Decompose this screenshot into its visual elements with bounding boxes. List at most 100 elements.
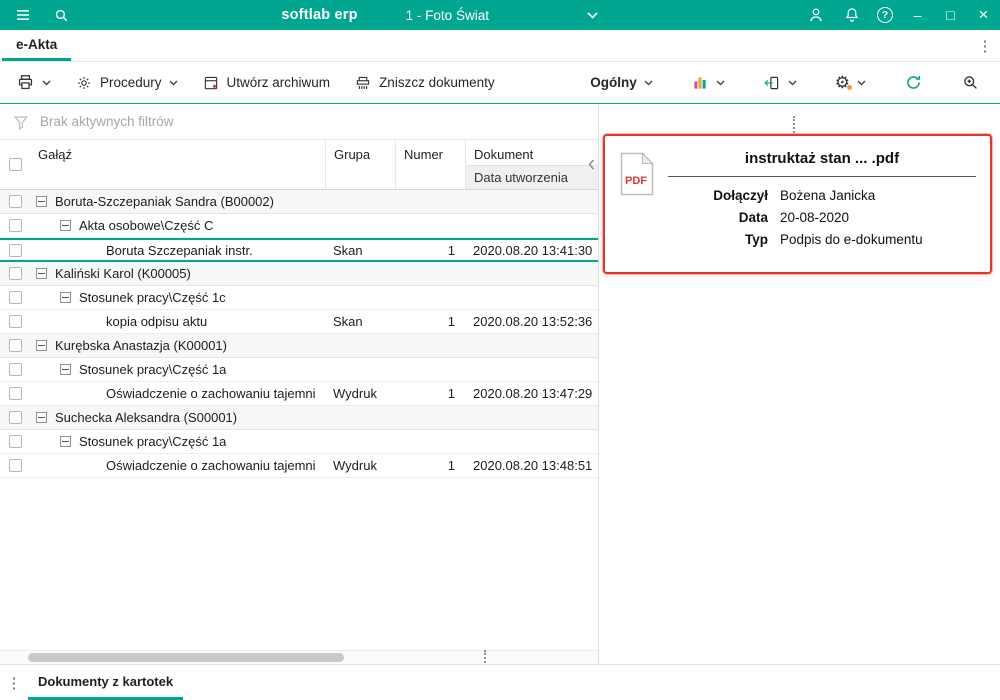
table-row[interactable]: Oświadczenie o zachowaniu tajemni Wydruk 1… <box>0 382 598 406</box>
tree-collapse-icon[interactable] <box>60 364 71 375</box>
attachment-title: instruktaż stan ... .pdf <box>744 150 900 167</box>
scrollbar-thumb[interactable] <box>28 653 344 662</box>
select-all-checkbox-cell <box>0 140 30 189</box>
table-row[interactable]: Kurębska Anastazja (K00001) <box>0 334 598 358</box>
tab-e-akta[interactable]: e-Akta <box>2 30 72 61</box>
table-row[interactable]: Oświadczenie o zachowaniu tajemni Wydruk 1… <box>0 454 598 478</box>
export-button[interactable] <box>757 69 803 97</box>
gear-settings-icon: ⚙ <box>834 73 852 92</box>
number-cell: 1 <box>447 386 455 401</box>
procedures-button[interactable]: Procedury <box>69 69 184 97</box>
user-icon[interactable] <box>805 0 827 30</box>
column-header-document[interactable]: Dokument Data utworzenia <box>465 140 598 189</box>
chevron-down-icon <box>857 80 866 85</box>
table-row[interactable]: Boruta-Szczepaniak Sandra (B00002) <box>0 190 598 214</box>
branch-label: Stosunek pracy\Część 1c <box>79 290 226 305</box>
help-icon[interactable]: ? <box>877 7 894 23</box>
row-checkbox[interactable] <box>8 387 22 400</box>
bottom-tab-dokumenty-z-kartotek[interactable]: Dokumenty z kartotek <box>28 665 184 700</box>
table-row[interactable]: kopia odpisu aktu Skan 1 2020.08.20 13:52:3… <box>0 310 598 334</box>
tree-collapse-icon[interactable] <box>60 220 71 231</box>
column-header-created[interactable]: Data utworzenia <box>466 165 598 189</box>
tree-collapse-icon[interactable] <box>36 268 47 279</box>
table-row[interactable]: Boruta Szczepaniak instr. Skan 1 2020.08.20… <box>0 238 598 262</box>
destroy-documents-button[interactable]: Zniszcz dokumenty <box>348 69 501 97</box>
row-checkbox-cell <box>0 291 30 304</box>
table-row[interactable]: Stosunek pracy\Część 1c <box>0 286 598 310</box>
refresh-button[interactable] <box>898 68 929 97</box>
row-checkbox[interactable] <box>8 363 22 376</box>
settings-button[interactable]: ⚙ <box>829 69 872 96</box>
table-row[interactable]: Stosunek pracy\Część 1a <box>0 358 598 382</box>
branch-cell: Suchecka Aleksandra (S00001) <box>30 410 325 425</box>
filter-status-text: Brak aktywnych filtrów <box>40 114 174 129</box>
row-checkbox[interactable] <box>8 339 22 352</box>
column-header-group[interactable]: Grupa <box>325 140 395 189</box>
table-row[interactable]: Kaliński Karol (K00005) <box>0 262 598 286</box>
create-archive-button[interactable]: Utwórz archiwum <box>196 69 337 97</box>
branch-label: Boruta Szczepaniak instr. <box>106 242 253 258</box>
group-cell: Skan <box>333 242 363 258</box>
notifications-bell-icon[interactable] <box>841 0 863 30</box>
branch-label: kopia odpisu aktu <box>106 314 208 329</box>
window-close-button[interactable]: × <box>967 0 1000 30</box>
collapse-panel-icon[interactable] <box>588 159 595 170</box>
number-cell: 1 <box>447 242 455 258</box>
field-value: Podpis do e-dokumentu <box>780 232 923 247</box>
bottom-more-menu-icon[interactable]: ⋮ <box>0 665 28 700</box>
splitter-handle-icon[interactable] <box>484 650 486 663</box>
tree-collapse-icon[interactable] <box>36 340 47 351</box>
search-icon[interactable] <box>48 0 74 30</box>
row-checkbox[interactable] <box>8 267 22 280</box>
filter-bar: Brak aktywnych filtrów <box>0 104 598 140</box>
column-header-number[interactable]: Numer <box>395 140 465 189</box>
window-maximize-button[interactable]: □ <box>934 0 967 30</box>
row-checkbox[interactable] <box>8 411 22 424</box>
attachment-fields: Dołączył Bożena Janicka Data 20-08-2020 … <box>668 188 976 247</box>
row-checkbox[interactable] <box>8 435 22 448</box>
chart-view-button[interactable] <box>685 69 731 97</box>
column-header-branch[interactable]: Gałąź <box>30 140 325 189</box>
table-row[interactable]: Stosunek pracy\Część 1a <box>0 430 598 454</box>
branch-cell: kopia odpisu aktu <box>30 314 325 329</box>
view-selector-value: Ogólny <box>590 75 637 90</box>
search-plus-icon <box>961 73 980 92</box>
splitter-handle-icon[interactable] <box>793 116 795 133</box>
branch-label: Akta osobowe\Część C <box>79 218 214 233</box>
app-title: softlab erp <box>281 7 358 23</box>
bar-chart-icon <box>691 74 709 92</box>
horizontal-scrollbar[interactable] <box>0 650 598 664</box>
row-checkbox[interactable] <box>8 195 22 208</box>
branch-cell: Oświadczenie o zachowaniu tajemni <box>30 458 325 473</box>
company-selector[interactable]: 1 - Foto Świat <box>406 0 598 30</box>
select-all-checkbox[interactable] <box>8 158 22 171</box>
branch-cell: Akta osobowe\Część C <box>30 218 325 233</box>
tab-more-menu-icon[interactable]: ⋮ <box>970 30 1000 61</box>
attachment-card[interactable]: PDF instruktaż stan ... .pdf Dołączył Bo… <box>603 134 992 274</box>
created-cell: 2020.08.20 13:47:29 <box>473 386 593 401</box>
branch-cell: Boruta-Szczepaniak Sandra (B00002) <box>30 194 325 209</box>
tree-collapse-icon[interactable] <box>60 436 71 447</box>
window-minimize-button[interactable]: – <box>901 0 934 30</box>
row-checkbox-cell <box>0 243 30 257</box>
view-selector[interactable]: Ogólny <box>584 70 659 95</box>
toolbar: Procedury Utwórz archiwum Zniszcz dokume… <box>0 62 1000 104</box>
row-checkbox[interactable] <box>8 243 22 257</box>
menu-icon[interactable] <box>10 0 36 30</box>
table-row[interactable]: Suchecka Aleksandra (S00001) <box>0 406 598 430</box>
row-checkbox-cell <box>0 435 30 448</box>
row-checkbox[interactable] <box>8 219 22 232</box>
tree-collapse-icon[interactable] <box>36 412 47 423</box>
created-cell: 2020.08.20 13:48:51 <box>473 458 593 473</box>
row-checkbox[interactable] <box>8 459 22 472</box>
tree-collapse-icon[interactable] <box>36 196 47 207</box>
row-checkbox[interactable] <box>8 291 22 304</box>
tree-collapse-icon[interactable] <box>60 292 71 303</box>
table-row[interactable]: Akta osobowe\Część C <box>0 214 598 238</box>
print-button[interactable] <box>10 68 57 97</box>
row-checkbox[interactable] <box>8 315 22 328</box>
row-checkbox-cell <box>0 219 30 232</box>
row-checkbox-cell <box>0 315 30 328</box>
chevron-down-icon <box>169 80 178 85</box>
search-records-button[interactable] <box>955 68 986 97</box>
